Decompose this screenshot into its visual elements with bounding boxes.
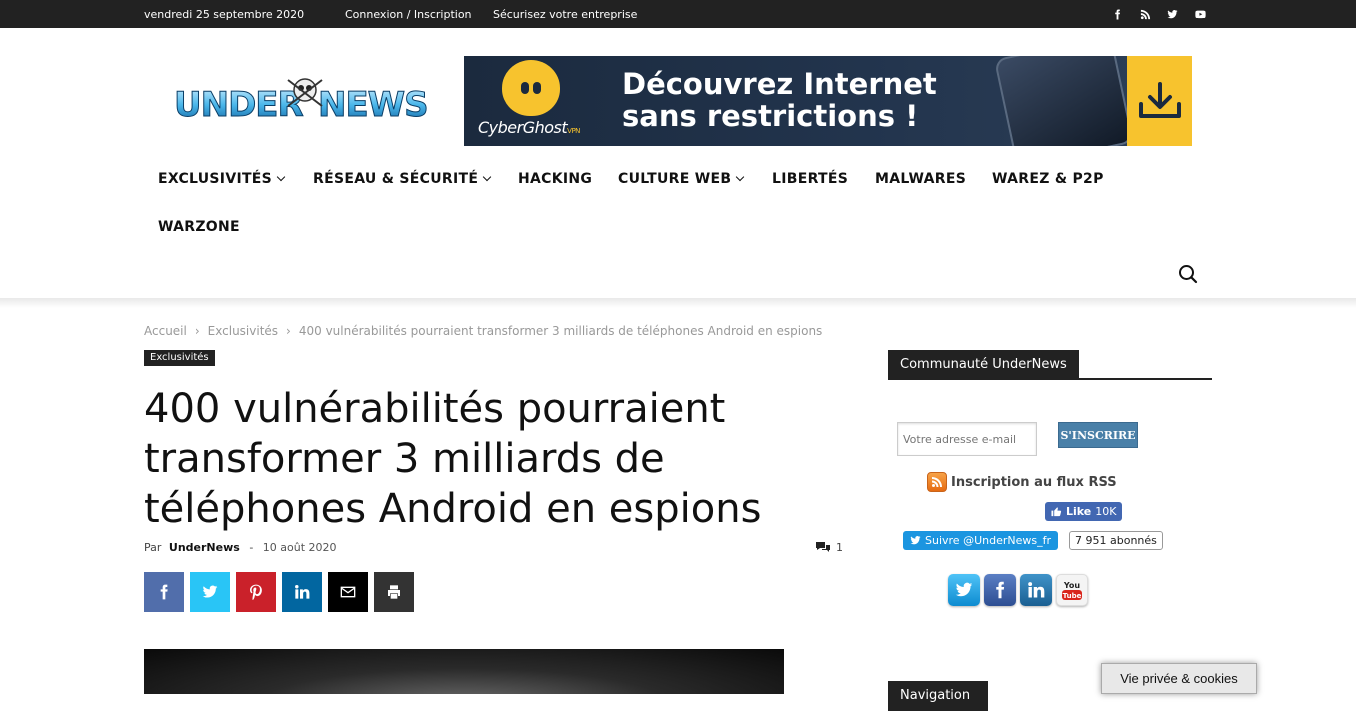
rss-icon xyxy=(927,472,947,492)
category-badge[interactable]: Exclusivités xyxy=(144,350,215,366)
svg-text:Tube: Tube xyxy=(1063,592,1082,600)
youtube-icon[interactable] xyxy=(1192,6,1208,22)
chevron-down-icon xyxy=(736,172,745,182)
subscribe-button[interactable]: S'INSCRIRE xyxy=(1058,422,1138,448)
navigation-widget-title: Navigation xyxy=(888,681,988,711)
twitter-profile-icon[interactable] xyxy=(948,574,980,606)
breadcrumb-separator: › xyxy=(286,324,291,338)
article-meta: Par UnderNews - 10 août 2020 xyxy=(144,541,337,554)
facebook-like-button[interactable]: Like 10K xyxy=(1045,502,1123,521)
nav-item-hacking[interactable]: HACKING xyxy=(518,171,592,187)
breadcrumb-home[interactable]: Accueil xyxy=(144,324,187,338)
linkedin-icon xyxy=(295,585,310,599)
thumbs-up-icon xyxy=(1051,507,1062,517)
nav-item-libertes[interactable]: LIBERTÉS xyxy=(772,171,848,187)
by-label: Par xyxy=(144,541,162,554)
linkedin-profile-icon[interactable] xyxy=(1020,574,1052,606)
rss-subscribe-link[interactable]: Inscription au flux RSS xyxy=(927,472,1117,492)
breadcrumb-category[interactable]: Exclusivités xyxy=(208,324,278,338)
author-link[interactable]: UnderNews xyxy=(169,541,240,554)
share-twitter-button[interactable] xyxy=(190,572,230,612)
nav-item-warez-p2p[interactable]: WAREZ & P2P xyxy=(992,171,1104,187)
nav-item-culture-web[interactable]: CULTURE WEB xyxy=(618,171,745,187)
breadcrumb-separator: › xyxy=(194,324,200,338)
secure-business-link[interactable]: Sécurisez votre entreprise xyxy=(493,8,637,21)
privacy-cookies-button[interactable]: Vie privée & cookies xyxy=(1101,663,1257,694)
share-linkedin-button[interactable] xyxy=(282,572,322,612)
print-icon xyxy=(388,585,400,599)
share-email-button[interactable] xyxy=(328,572,368,612)
featured-image xyxy=(144,649,784,694)
share-facebook-button[interactable] xyxy=(144,572,184,612)
banner-brand: CyberGhostVPN xyxy=(478,118,580,137)
facebook-icon[interactable] xyxy=(1109,6,1125,22)
share-pinterest-button[interactable] xyxy=(236,572,276,612)
email-icon xyxy=(340,586,356,598)
rss-label: Inscription au flux RSS xyxy=(951,474,1117,490)
twitter-icon[interactable] xyxy=(1164,6,1180,22)
header-divider xyxy=(0,298,1356,308)
rss-icon[interactable] xyxy=(1137,6,1153,22)
cyberghost-logo-icon xyxy=(502,60,560,116)
cyberghost-banner-ad[interactable]: CyberGhostVPN Découvrez Internet sans re… xyxy=(464,56,1192,146)
banner-headline: Découvrez Internet sans restrictions ! xyxy=(622,67,937,133)
facebook-profile-icon[interactable] xyxy=(984,574,1016,606)
chevron-down-icon xyxy=(276,172,286,182)
nav-item-warzone[interactable]: WARZONE xyxy=(158,219,240,235)
breadcrumb-current: 400 vulnérabilités pourraient transforme… xyxy=(298,324,823,338)
facebook-icon xyxy=(160,584,168,600)
download-icon[interactable] xyxy=(1127,56,1192,146)
site-logo[interactable]: UNDER NEWS xyxy=(170,76,440,128)
nav-item-reseau-securite[interactable]: RÉSEAU & SÉCURITÉ xyxy=(313,171,492,187)
phone-image xyxy=(993,56,1135,146)
svg-text:NEWS: NEWS xyxy=(318,85,428,125)
top-bar: vendredi 25 septembre 2020 Connexion / I… xyxy=(0,0,1356,28)
print-button[interactable] xyxy=(374,572,414,612)
svg-text:You: You xyxy=(1063,581,1081,590)
current-date: vendredi 25 septembre 2020 xyxy=(144,8,305,21)
newsletter-email-input[interactable] xyxy=(897,422,1037,456)
nav-item-malwares[interactable]: MALWARES xyxy=(875,171,966,187)
twitter-icon xyxy=(910,536,921,545)
pinterest-icon xyxy=(250,584,262,600)
twitter-icon xyxy=(202,585,218,598)
nav-item-exclusivites[interactable]: EXCLUSIVITÉS xyxy=(158,171,286,187)
article-date: 10 août 2020 xyxy=(262,541,337,554)
comment-icon xyxy=(816,542,830,552)
youtube-profile-icon[interactable]: You Tube xyxy=(1056,574,1088,606)
community-widget-title: Communauté UnderNews xyxy=(888,350,1212,380)
chevron-down-icon xyxy=(482,172,492,182)
article-title: 400 vulnérabilités pourraient transforme… xyxy=(144,386,762,532)
login-link[interactable]: Connexion / Inscription xyxy=(345,8,472,21)
search-icon[interactable] xyxy=(1178,264,1198,284)
meta-dash: - xyxy=(249,541,254,554)
twitter-follow-button[interactable]: Suivre @UnderNews_fr xyxy=(903,531,1058,550)
breadcrumb: Accueil › Exclusivités › 400 vulnérabilités … xyxy=(144,324,822,338)
comments-count[interactable]: 1 xyxy=(816,541,843,554)
svg-text:UNDER: UNDER xyxy=(174,85,304,125)
twitter-follower-count: 7 951 abonnés xyxy=(1069,531,1163,550)
